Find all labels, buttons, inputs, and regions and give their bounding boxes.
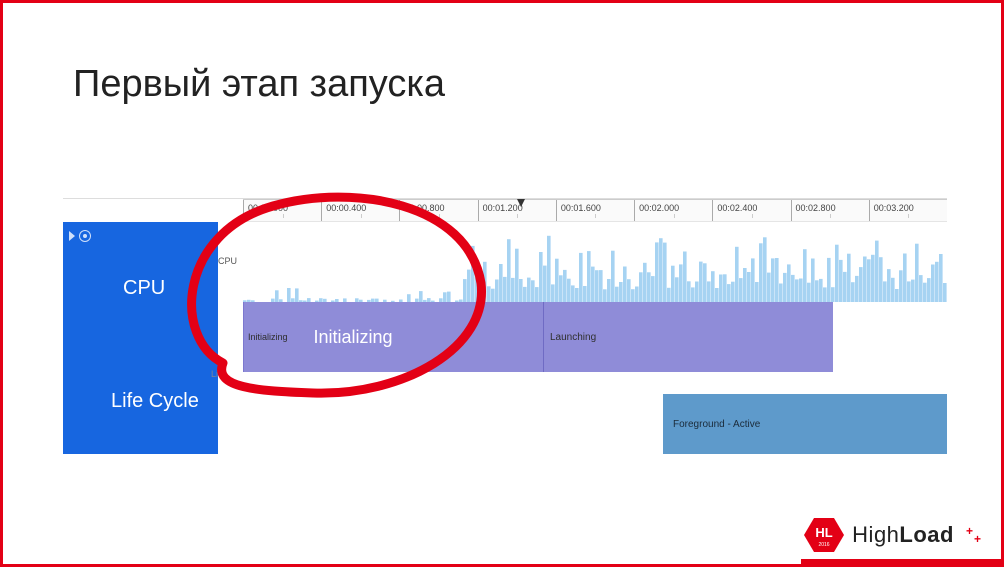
cpu-track-label: CPU	[218, 256, 237, 266]
brand-plus-icon: ++	[966, 527, 981, 543]
foreground-block: Foreground - Active	[663, 394, 947, 454]
cpu-graph	[243, 222, 947, 302]
cpu-bars-svg	[243, 222, 947, 302]
footer-accent-bar	[801, 559, 1001, 564]
phase-row-gap	[218, 372, 947, 394]
time-ruler: 00:00.00000:00.40000:00.80000:01.20000:0…	[243, 199, 947, 222]
brand-high: High	[852, 522, 899, 547]
badge-text: HL	[816, 525, 833, 540]
ruler-tick: 00:02.000	[634, 200, 712, 221]
cpu-track-title: CPU	[123, 277, 165, 300]
phase-row-initializing: Initializing Initializing Launching	[218, 302, 947, 372]
slide: Первый этап запуска 00:00.00000:00.40000…	[0, 0, 1004, 567]
ruler-tick: 00:02.400	[712, 200, 790, 221]
initializing-block: Initializing Initializing	[243, 302, 543, 372]
brand-text: HighLoad	[852, 522, 954, 548]
page-title: Первый этап запуска	[73, 63, 445, 106]
ruler-tick: 00:00.400	[321, 200, 399, 221]
launching-label: Launching	[550, 332, 596, 343]
initializing-label-big: Initializing	[314, 327, 393, 348]
ruler-tick: 00:03.200	[869, 200, 947, 221]
ruler-tick: 00:02.800	[791, 200, 869, 221]
sidebar-controls	[69, 230, 91, 242]
ruler-tick: 00:00.000	[243, 200, 321, 221]
tracks-sidebar: CPU Life Cycle	[63, 222, 218, 454]
lifecycle-track-title: Life Cycle	[111, 390, 199, 413]
play-icon	[69, 231, 75, 241]
ruler-tick: 00:00.800	[399, 200, 477, 221]
brand-badge-icon: HL 2016	[804, 518, 844, 552]
foreground-label: Foreground - Active	[673, 419, 760, 430]
phase-row-foreground: Foreground - Active	[218, 394, 947, 454]
timeline-panel: 00:00.00000:00.40000:00.80000:01.20000:0…	[63, 198, 947, 453]
brand-load: Load	[899, 522, 954, 547]
launching-block: Launching	[543, 302, 833, 372]
playhead-icon	[517, 199, 525, 211]
badge-year: 2016	[819, 542, 830, 548]
ruler-tick: 00:01.600	[556, 200, 634, 221]
brand-logo: HL 2016 HighLoad ++	[804, 518, 981, 552]
initializing-label-small: Initializing	[248, 332, 288, 342]
record-icon	[79, 230, 91, 242]
